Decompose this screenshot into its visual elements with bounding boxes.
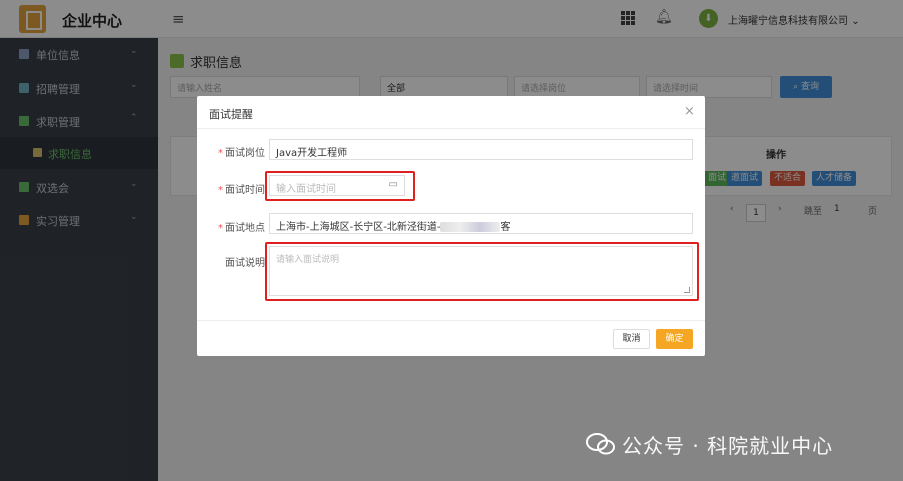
redacted-blur <box>440 222 501 232</box>
cancel-button[interactable]: 取消 <box>613 329 650 349</box>
highlight-description-box <box>265 242 699 301</box>
location-label: * 面试地点 <box>218 223 265 234</box>
interview-reminder-dialog: 面试提醒 × * 面试岗位 Java开发工程师 * 面试时间 输入面试时间 ▭ * 面… <box>197 96 705 356</box>
watermark-text: 公众号 · 科院就业中心 <box>622 434 834 458</box>
position-label: * 面试岗位 <box>218 148 265 159</box>
location-suffix: 客 <box>500 222 511 233</box>
location-prefix: 上海市-上海城区-长宁区-北新泾街道- <box>276 222 441 233</box>
dialog-footer-divider <box>197 320 705 321</box>
wechat-icon <box>586 433 615 455</box>
position-field[interactable]: Java开发工程师 <box>269 139 693 160</box>
highlight-time-box <box>265 171 415 201</box>
close-icon[interactable]: × <box>684 104 695 119</box>
time-label: * 面试时间 <box>218 185 265 196</box>
description-label: 面试说明 <box>225 258 265 269</box>
confirm-button[interactable]: 确定 <box>656 329 693 349</box>
location-field[interactable]: 上海市-上海城区-长宁区-北新泾街道- 客 <box>269 213 693 234</box>
dialog-header: 面试提醒 × <box>197 96 705 129</box>
dialog-title: 面试提醒 <box>209 108 253 121</box>
